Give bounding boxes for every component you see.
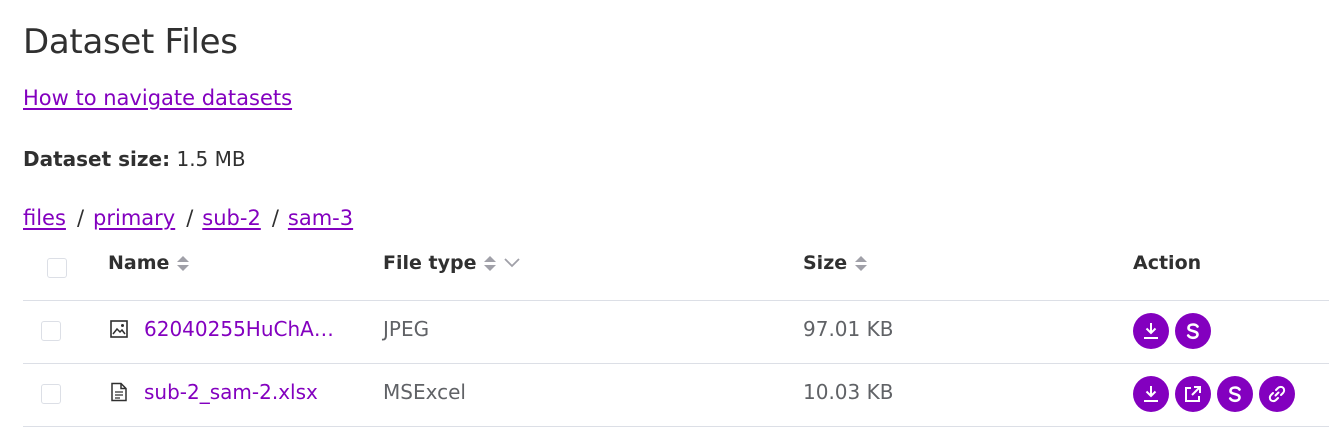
download-icon [1140, 320, 1162, 342]
column-header-action: Action [1133, 252, 1201, 274]
sparc-icon [1225, 383, 1245, 405]
breadcrumb: files / primary / sub-2 / sam-3 [23, 206, 353, 230]
file-name-cell: 62040255HuChA… [108, 317, 334, 341]
copy-link-icon [1266, 383, 1288, 405]
file-type-cell: JPEG [383, 317, 430, 341]
breadcrumb-sam-3[interactable]: sam-3 [288, 206, 353, 230]
table-row: sub-2_sam-2.xlsx MSExcel 10.03 KB [23, 364, 1329, 427]
column-header-size[interactable]: Size [803, 252, 868, 274]
dataset-size: Dataset size: 1.5 MB [23, 147, 246, 171]
action-cell [1133, 313, 1217, 349]
column-size-label: Size [803, 252, 848, 274]
file-size-cell: 97.01 KB [803, 317, 894, 341]
select-all-checkbox[interactable] [47, 258, 67, 278]
action-cell [1133, 376, 1301, 412]
row-checkbox[interactable] [41, 321, 61, 341]
file-name-cell: sub-2_sam-2.xlsx [108, 380, 318, 404]
column-header-file-type[interactable]: File type [383, 252, 521, 274]
file-name-link[interactable]: 62040255HuChA… [144, 317, 334, 341]
breadcrumb-sub-2[interactable]: sub-2 [202, 206, 261, 230]
chevron-down-icon[interactable] [504, 258, 521, 268]
copy-link-button[interactable] [1259, 376, 1295, 412]
dataset-size-value: 1.5 MB [176, 147, 246, 171]
file-name-link[interactable]: sub-2_sam-2.xlsx [144, 380, 318, 404]
breadcrumb-separator: / [186, 206, 194, 230]
document-file-icon [108, 381, 130, 403]
breadcrumb-separator: / [76, 206, 85, 230]
table-header: Name File type Size Action [23, 246, 1329, 301]
column-file-type-label: File type [383, 252, 477, 274]
download-button[interactable] [1133, 376, 1169, 412]
sparc-icon [1183, 320, 1203, 342]
sort-icon[interactable] [484, 255, 497, 271]
download-icon [1140, 383, 1162, 405]
table-row: 62040255HuChA… JPEG 97.01 KB [23, 301, 1329, 364]
page-title: Dataset Files [23, 22, 238, 62]
download-button[interactable] [1133, 313, 1169, 349]
open-external-button[interactable] [1175, 376, 1211, 412]
column-name-label: Name [108, 252, 170, 274]
dataset-size-label: Dataset size: [23, 147, 171, 171]
image-file-icon [108, 318, 130, 340]
file-size-cell: 10.03 KB [803, 380, 894, 404]
sparc-button[interactable] [1175, 313, 1211, 349]
row-checkbox[interactable] [41, 384, 61, 404]
help-link[interactable]: How to navigate datasets [23, 86, 292, 110]
open-external-icon [1182, 383, 1204, 405]
breadcrumb-primary[interactable]: primary [93, 206, 175, 230]
file-type-cell: MSExcel [383, 380, 466, 404]
column-action-label: Action [1133, 252, 1202, 274]
column-header-name[interactable]: Name [108, 252, 190, 274]
breadcrumb-files[interactable]: files [23, 206, 66, 230]
dataset-files-panel: Dataset Files How to navigate datasets D… [0, 0, 1330, 440]
sparc-button[interactable] [1217, 376, 1253, 412]
sort-icon[interactable] [855, 255, 868, 271]
sort-icon[interactable] [177, 255, 190, 271]
breadcrumb-separator: / [271, 206, 279, 230]
